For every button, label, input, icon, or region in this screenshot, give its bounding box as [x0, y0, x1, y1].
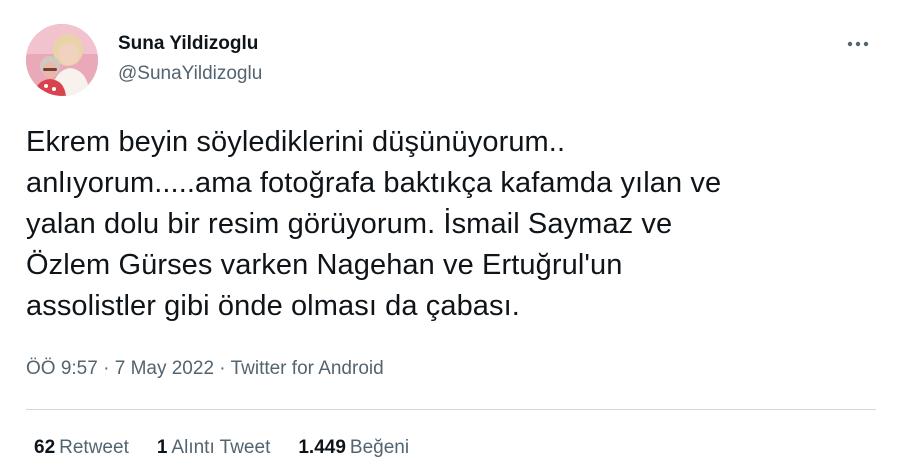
retweet-label: Retweet — [59, 437, 129, 458]
retweet-stat[interactable]: 62 Retweet — [34, 436, 129, 460]
user-handle[interactable]: @SunaYildizoglu — [118, 62, 262, 86]
display-name[interactable]: Suna Yildizoglu — [118, 32, 262, 56]
quote-label: Alıntı Tweet — [171, 437, 271, 458]
like-label: Beğeni — [349, 437, 410, 458]
quote-count: 1 — [156, 437, 168, 458]
like-stat[interactable]: 1.449 Beğeni — [298, 436, 409, 460]
tweet-text: Ekrem beyin söylediklerini düşünüyorum..… — [26, 126, 722, 322]
more-options-button[interactable] — [840, 32, 876, 56]
like-count: 1.449 — [298, 437, 346, 458]
tweet-card: Suna Yildizoglu @SunaYildizoglu Ekrem be… — [0, 0, 900, 476]
tweet-time[interactable]: ÖÖ 9:57 — [26, 358, 98, 379]
user-block: Suna Yildizoglu @SunaYildizoglu — [118, 32, 262, 86]
avatar[interactable] — [26, 24, 98, 96]
tweet-source[interactable]: Twitter for Android — [231, 358, 384, 379]
more-horizontal-icon — [847, 41, 869, 47]
avatar-image — [26, 24, 98, 96]
divider — [26, 409, 876, 410]
meta-separator: · — [214, 358, 231, 379]
retweet-count: 62 — [34, 437, 56, 458]
tweet-meta: ÖÖ 9:57 · 7 May 2022 · Twitter for Andro… — [26, 357, 384, 381]
meta-separator: · — [97, 358, 115, 379]
tweet-stats: 62 Retweet 1 Alıntı Tweet 1.449 Beğeni — [34, 436, 409, 460]
quote-stat[interactable]: 1 Alıntı Tweet — [157, 436, 271, 460]
tweet-date[interactable]: 7 May 2022 — [115, 358, 214, 379]
